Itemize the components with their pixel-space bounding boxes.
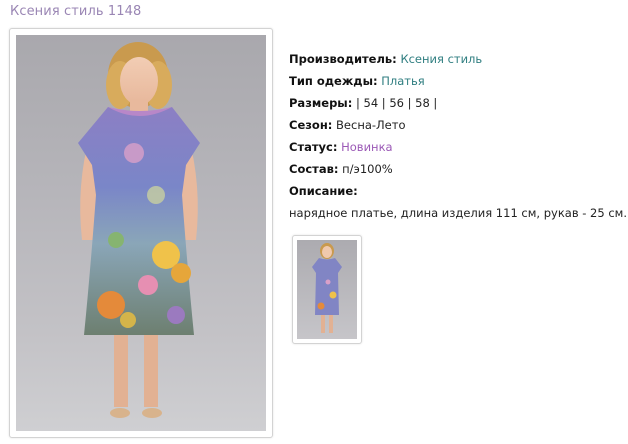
season-value: Весна-Лето [336,118,406,132]
sizes-value: | 54 | 56 | 58 | [355,96,438,110]
manufacturer-row: Производитель: Ксения стиль [289,50,627,72]
page-title: Ксения стиль 1148 [10,4,142,19]
product-thumbnail[interactable] [297,240,357,339]
description-text: нарядное платье, длина изделия 111 см, р… [289,206,628,220]
composition-value: п/э100% [342,162,393,176]
manufacturer-label: Производитель: [289,52,397,66]
composition-row: Состав: п/э100% [289,160,627,182]
dress-thumbnail-illustration [312,243,342,333]
sizes-label: Размеры: [289,96,353,110]
dress-model-illustration [78,42,200,418]
description-label: Описание: [289,184,358,198]
sizes-row: Размеры: | 54 | 56 | 58 | [289,94,627,116]
season-label: Сезон: [289,118,333,132]
status-label: Статус: [289,140,338,154]
description-label-row: Описание: [289,182,627,204]
clothing-type-row: Тип одежды: Платья [289,72,627,94]
clothing-type-label: Тип одежды: [289,74,378,88]
status-link[interactable]: Новинка [341,140,392,154]
thumbnail-frame[interactable] [292,235,362,344]
season-row: Сезон: Весна-Лето [289,116,627,138]
status-row: Статус: Новинка [289,138,627,160]
product-details: Производитель: Ксения стиль Тип одежды: … [289,50,627,226]
main-product-photo[interactable] [16,35,266,431]
composition-label: Состав: [289,162,339,176]
main-photo-frame[interactable] [9,28,273,438]
manufacturer-link[interactable]: Ксения стиль [400,52,482,66]
clothing-type-link[interactable]: Платья [381,74,424,88]
